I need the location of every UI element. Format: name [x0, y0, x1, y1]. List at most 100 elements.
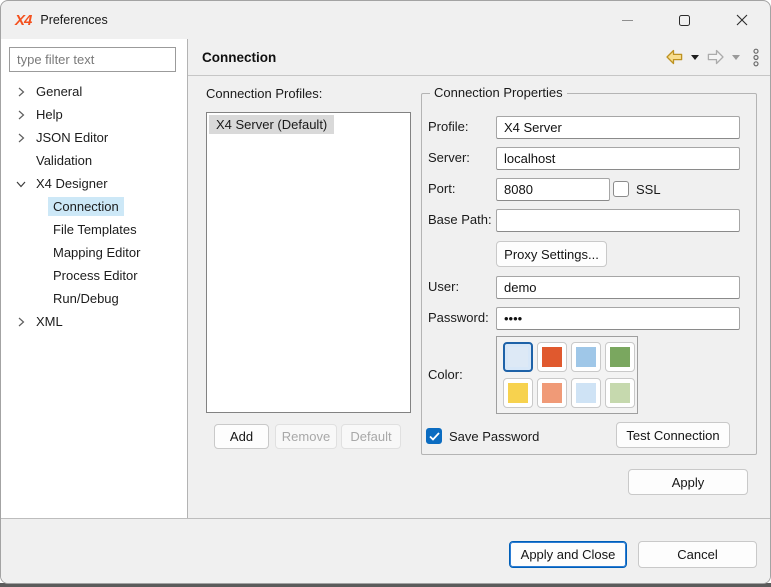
footer-bar: Apply and Close Cancel [1, 518, 771, 584]
server-label: Server: [428, 150, 470, 165]
password-input[interactable] [496, 307, 740, 330]
color-palette [496, 336, 638, 414]
color-label: Color: [428, 367, 463, 382]
apply-button[interactable]: Apply [628, 469, 748, 495]
port-label: Port: [428, 181, 455, 196]
group-legend: Connection Properties [430, 85, 567, 100]
sidebar: General Help JSON Editor Validat [1, 39, 188, 518]
color-swatch-fill [610, 347, 630, 367]
tree-spacer [14, 154, 28, 168]
connection-profiles-label: Connection Profiles: [206, 86, 322, 101]
forward-history-dropdown-icon[interactable] [732, 55, 740, 60]
color-swatch-fill [610, 383, 630, 403]
color-swatch-5[interactable] [503, 378, 533, 408]
cancel-button[interactable]: Cancel [638, 541, 757, 568]
minimize-icon [622, 20, 633, 21]
list-item-profile[interactable]: X4 Server (Default) [209, 115, 334, 134]
maximize-button[interactable] [656, 1, 713, 39]
remove-button[interactable]: Remove [275, 424, 337, 449]
tree-item-general[interactable]: General [1, 80, 187, 103]
tree-item-label: General [31, 82, 87, 101]
user-label: User: [428, 279, 459, 294]
check-icon [429, 432, 440, 441]
chevron-down-icon[interactable] [14, 177, 28, 191]
tree-item-mapping-editor[interactable]: Mapping Editor [1, 241, 187, 264]
profile-label: Profile: [428, 119, 468, 134]
tree-item-label: X4 Designer [31, 174, 113, 193]
ssl-label[interactable]: SSL [636, 182, 661, 197]
password-label: Password: [428, 310, 489, 325]
chevron-right-icon[interactable] [14, 85, 28, 99]
base-path-input[interactable] [496, 209, 740, 232]
chevron-right-icon[interactable] [14, 108, 28, 122]
color-swatch-7[interactable] [571, 378, 601, 408]
color-swatch-fill [508, 383, 528, 403]
default-button[interactable]: Default [341, 424, 401, 449]
save-password-checkbox[interactable] [426, 428, 442, 444]
close-icon [736, 14, 748, 26]
color-swatch-fill [508, 347, 528, 367]
proxy-settings-button[interactable]: Proxy Settings... [496, 241, 607, 267]
tree-item-label: Help [31, 105, 68, 124]
page-title: Connection [202, 50, 276, 65]
connection-properties-group: Connection Properties Profile: Server: P… [421, 93, 757, 455]
history-toolbar [665, 48, 760, 67]
tree-item-label: Process Editor [48, 266, 143, 285]
color-swatch-4[interactable] [605, 342, 635, 372]
tree-item-label: JSON Editor [31, 128, 113, 147]
tree-item-run-debug[interactable]: Run/Debug [1, 287, 187, 310]
apply-and-close-button[interactable]: Apply and Close [509, 541, 627, 568]
port-input[interactable] [496, 178, 610, 201]
base-path-label: Base Path: [428, 212, 492, 227]
color-swatch-fill [576, 347, 596, 367]
tree-item-xml[interactable]: XML [1, 310, 187, 333]
save-password-label[interactable]: Save Password [449, 429, 539, 444]
titlebar[interactable]: X4 Preferences [1, 1, 770, 39]
main-panel: Connection Conn [188, 39, 771, 518]
tree-item-validation[interactable]: Validation [1, 149, 187, 172]
tree-item-label: File Templates [48, 220, 142, 239]
close-button[interactable] [713, 1, 770, 39]
color-swatch-fill [542, 347, 562, 367]
color-swatch-8[interactable] [605, 378, 635, 408]
preferences-dialog: X4 Preferences [0, 0, 771, 584]
tree-item-label: Validation [31, 151, 97, 170]
tree-item-file-templates[interactable]: File Templates [1, 218, 187, 241]
test-connection-button[interactable]: Test Connection [616, 422, 730, 448]
maximize-icon [679, 15, 690, 26]
profile-input[interactable] [496, 116, 740, 139]
tree-item-label-selected: Connection [48, 197, 124, 216]
tree-item-label: Mapping Editor [48, 243, 145, 262]
ssl-checkbox[interactable] [613, 181, 629, 197]
connection-profiles-list[interactable]: X4 Server (Default) [206, 112, 411, 413]
add-button[interactable]: Add [214, 424, 269, 449]
color-swatch-3[interactable] [571, 342, 601, 372]
forward-arrow-icon [706, 49, 725, 65]
page-header: Connection [188, 39, 771, 76]
filter-input[interactable] [9, 47, 176, 72]
window-controls [599, 1, 770, 39]
back-history-dropdown-icon[interactable] [691, 55, 699, 60]
chevron-right-icon[interactable] [14, 315, 28, 329]
screen: X4 Preferences [0, 0, 771, 587]
color-swatch-1[interactable] [503, 342, 533, 372]
tree-item-json-editor[interactable]: JSON Editor [1, 126, 187, 149]
user-input[interactable] [496, 276, 740, 299]
tree-item-label: Run/Debug [48, 289, 124, 308]
minimize-button[interactable] [599, 1, 656, 39]
color-swatch-2[interactable] [537, 342, 567, 372]
chevron-right-icon[interactable] [14, 131, 28, 145]
tree-item-label: XML [31, 312, 68, 331]
color-swatch-6[interactable] [537, 378, 567, 408]
tree-item-process-editor[interactable]: Process Editor [1, 264, 187, 287]
preferences-tree: General Help JSON Editor Validat [1, 80, 187, 333]
app-logo: X4 [15, 12, 31, 29]
tree-item-connection[interactable]: Connection [1, 195, 187, 218]
tree-item-x4-designer[interactable]: X4 Designer [1, 172, 187, 195]
view-menu-icon[interactable] [752, 48, 760, 67]
back-arrow-icon[interactable] [665, 49, 684, 65]
tree-item-help[interactable]: Help [1, 103, 187, 126]
server-input[interactable] [496, 147, 740, 170]
color-swatch-fill [542, 383, 562, 403]
window-title: Preferences [40, 13, 107, 27]
